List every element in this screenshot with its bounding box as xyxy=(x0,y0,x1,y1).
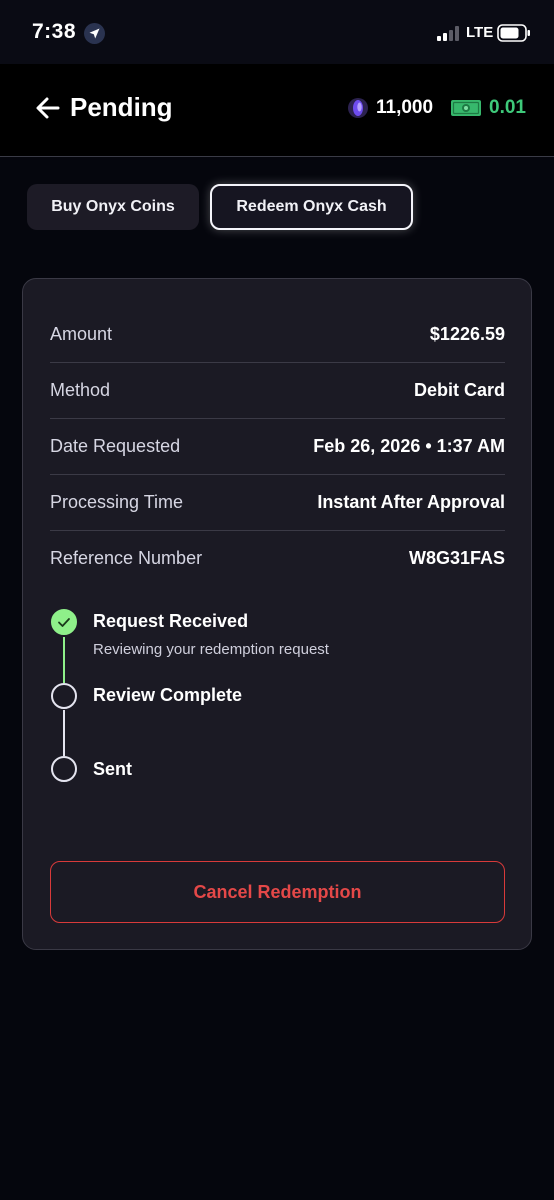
detail-value: Instant After Approval xyxy=(317,491,505,512)
cellular-signal-icon xyxy=(437,26,459,41)
detail-value: Feb 26, 2026 • 1:37 AM xyxy=(313,435,505,456)
back-arrow-icon[interactable] xyxy=(34,94,62,122)
checkmark-icon xyxy=(58,618,70,627)
battery-icon xyxy=(497,24,530,42)
redemption-details-card: Amount $1226.59 Method Debit Card Date R… xyxy=(22,278,532,950)
detail-row-amount: Amount $1226.59 xyxy=(50,306,505,362)
detail-label: Amount xyxy=(50,323,113,344)
detail-label: Date Requested xyxy=(50,435,181,456)
detail-row-reference-number: Reference Number W8G31FAS xyxy=(50,530,505,586)
detail-row-processing-time: Processing Time Instant After Approval xyxy=(50,474,505,530)
detail-label: Processing Time xyxy=(50,491,184,512)
step-pending-circle xyxy=(51,756,77,782)
step-title: Review Complete xyxy=(93,685,243,705)
cancel-redemption-button[interactable]: Cancel Redemption xyxy=(50,861,505,923)
step-subtitle: Reviewing your redemption request xyxy=(93,641,329,658)
detail-value: W8G31FAS xyxy=(408,547,505,568)
cash-bill-icon xyxy=(451,100,481,116)
page-title: Pending xyxy=(70,92,173,122)
step-pending-circle xyxy=(51,683,77,709)
detail-value: Debit Card xyxy=(413,379,505,400)
step-title: Request Received xyxy=(93,611,249,631)
tab-redeem-onyx-cash[interactable]: Redeem Onyx Cash xyxy=(210,184,413,230)
detail-row-date-requested: Date Requested Feb 26, 2026 • 1:37 AM xyxy=(50,418,505,474)
location-arrow-icon xyxy=(84,23,105,44)
tab-buy-onyx-coins[interactable]: Buy Onyx Coins xyxy=(27,184,199,230)
onyx-coin-icon xyxy=(348,98,368,118)
coin-balance: 11,000 xyxy=(376,97,434,118)
status-time: 7:38 xyxy=(32,20,77,43)
step-complete-circle xyxy=(51,609,77,635)
header-divider xyxy=(0,156,554,157)
step-connector xyxy=(63,637,65,683)
detail-row-method: Method Debit Card xyxy=(50,362,505,418)
network-type-label: LTE xyxy=(466,24,494,41)
step-title: Sent xyxy=(93,759,133,779)
detail-value: $1226.59 xyxy=(429,323,505,344)
cash-balance: 0.01 xyxy=(489,97,526,118)
detail-label: Method xyxy=(50,379,111,400)
step-connector xyxy=(63,710,65,756)
detail-label: Reference Number xyxy=(50,547,203,568)
